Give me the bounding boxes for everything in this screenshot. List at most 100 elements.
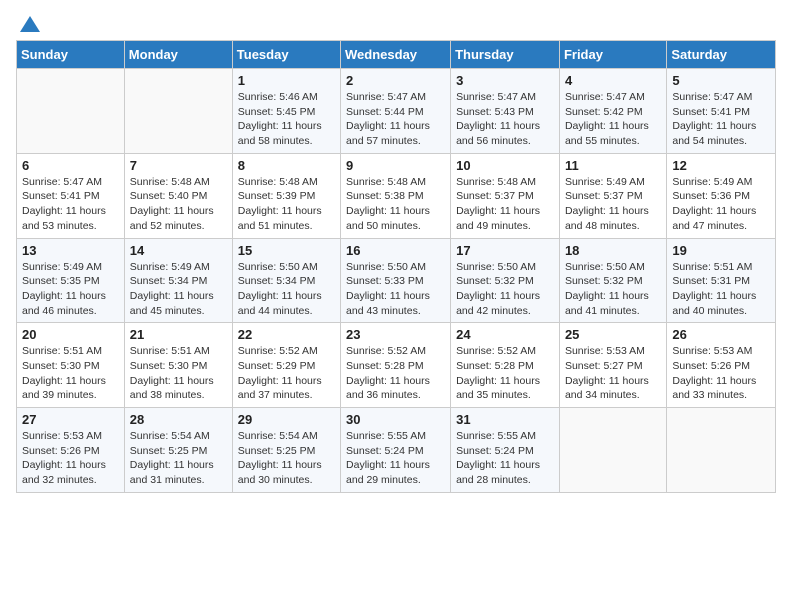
calendar-cell: 27Sunrise: 5:53 AMSunset: 5:26 PMDayligh…: [17, 408, 125, 493]
calendar-cell: 7 Sunrise: 5:48 AMSunset: 5:40 PMDaylight…: [124, 153, 232, 238]
calendar-cell: 18 Sunrise: 5:50 AMSunset: 5:32 PMDayligh…: [559, 238, 666, 323]
calendar-cell: 6Sunrise: 5:47 AMSunset: 5:41 PMDaylight…: [17, 153, 125, 238]
calendar-cell: 16 Sunrise: 5:50 AMSunset: 5:33 PMDayligh…: [341, 238, 451, 323]
day-number: 8: [238, 158, 335, 173]
weekday-header-friday: Friday: [559, 41, 666, 69]
weekday-header-row: SundayMondayTuesdayWednesdayThursdayFrid…: [17, 41, 776, 69]
day-number: 31: [456, 412, 554, 427]
day-info: Sunrise: 5:48 AMSunset: 5:38 PMDaylight:…: [346, 175, 445, 234]
day-info: Sunrise: 5:49 AMSunset: 5:36 PMDaylight:…: [672, 175, 770, 234]
weekday-header-sunday: Sunday: [17, 41, 125, 69]
calendar-header: SundayMondayTuesdayWednesdayThursdayFrid…: [17, 41, 776, 69]
day-number: 12: [672, 158, 770, 173]
calendar-cell: 10Sunrise: 5:48 AMSunset: 5:37 PMDayligh…: [451, 153, 560, 238]
calendar-cell: 9 Sunrise: 5:48 AMSunset: 5:38 PMDaylight…: [341, 153, 451, 238]
day-number: 7: [130, 158, 227, 173]
day-number: 14: [130, 243, 227, 258]
calendar-cell: 4Sunrise: 5:47 AMSunset: 5:42 PMDaylight…: [559, 69, 666, 154]
calendar-cell: [559, 408, 666, 493]
calendar-cell: 3 Sunrise: 5:47 AMSunset: 5:43 PMDaylight…: [451, 69, 560, 154]
calendar-table: SundayMondayTuesdayWednesdayThursdayFrid…: [16, 40, 776, 493]
day-info: Sunrise: 5:49 AMSunset: 5:35 PMDaylight:…: [22, 260, 119, 319]
day-info: Sunrise: 5:54 AMSunset: 5:25 PMDaylight:…: [238, 429, 335, 488]
day-number: 15: [238, 243, 335, 258]
calendar-cell: 29 Sunrise: 5:54 AMSunset: 5:25 PMDayligh…: [232, 408, 340, 493]
calendar-cell: 26Sunrise: 5:53 AMSunset: 5:26 PMDayligh…: [667, 323, 776, 408]
day-number: 28: [130, 412, 227, 427]
day-info: Sunrise: 5:53 AMSunset: 5:27 PMDaylight:…: [565, 344, 661, 403]
calendar-cell: 28 Sunrise: 5:54 AMSunset: 5:25 PMDayligh…: [124, 408, 232, 493]
day-number: 13: [22, 243, 119, 258]
day-number: 5: [672, 73, 770, 88]
day-number: 24: [456, 327, 554, 342]
weekday-header-tuesday: Tuesday: [232, 41, 340, 69]
calendar-cell: 17Sunrise: 5:50 AMSunset: 5:32 PMDayligh…: [451, 238, 560, 323]
day-number: 17: [456, 243, 554, 258]
day-number: 1: [238, 73, 335, 88]
day-number: 2: [346, 73, 445, 88]
day-number: 18: [565, 243, 661, 258]
day-info: Sunrise: 5:46 AMSunset: 5:45 PMDaylight:…: [238, 90, 335, 149]
day-info: Sunrise: 5:48 AMSunset: 5:39 PMDaylight:…: [238, 175, 335, 234]
day-number: 21: [130, 327, 227, 342]
day-info: Sunrise: 5:50 AMSunset: 5:32 PMDaylight:…: [565, 260, 661, 319]
calendar-cell: [17, 69, 125, 154]
day-number: 16: [346, 243, 445, 258]
calendar-cell: 11Sunrise: 5:49 AMSunset: 5:37 PMDayligh…: [559, 153, 666, 238]
day-info: Sunrise: 5:51 AMSunset: 5:30 PMDaylight:…: [22, 344, 119, 403]
day-info: Sunrise: 5:51 AMSunset: 5:31 PMDaylight:…: [672, 260, 770, 319]
day-number: 29: [238, 412, 335, 427]
calendar-week-row: 27Sunrise: 5:53 AMSunset: 5:26 PMDayligh…: [17, 408, 776, 493]
calendar-cell: [667, 408, 776, 493]
calendar-cell: 20 Sunrise: 5:51 AMSunset: 5:30 PMDayligh…: [17, 323, 125, 408]
day-info: Sunrise: 5:53 AMSunset: 5:26 PMDaylight:…: [672, 344, 770, 403]
logo: [16, 16, 40, 32]
calendar-cell: [124, 69, 232, 154]
weekday-header-monday: Monday: [124, 41, 232, 69]
calendar-cell: 12 Sunrise: 5:49 AMSunset: 5:36 PMDayligh…: [667, 153, 776, 238]
calendar-cell: 2 Sunrise: 5:47 AMSunset: 5:44 PMDaylight…: [341, 69, 451, 154]
calendar-cell: 30Sunrise: 5:55 AMSunset: 5:24 PMDayligh…: [341, 408, 451, 493]
day-number: 23: [346, 327, 445, 342]
day-info: Sunrise: 5:47 AMSunset: 5:44 PMDaylight:…: [346, 90, 445, 149]
calendar-cell: 25Sunrise: 5:53 AMSunset: 5:27 PMDayligh…: [559, 323, 666, 408]
day-info: Sunrise: 5:52 AMSunset: 5:28 PMDaylight:…: [456, 344, 554, 403]
day-info: Sunrise: 5:47 AMSunset: 5:42 PMDaylight:…: [565, 90, 661, 149]
calendar-cell: 5 Sunrise: 5:47 AMSunset: 5:41 PMDaylight…: [667, 69, 776, 154]
day-info: Sunrise: 5:53 AMSunset: 5:26 PMDaylight:…: [22, 429, 119, 488]
day-info: Sunrise: 5:55 AMSunset: 5:24 PMDaylight:…: [346, 429, 445, 488]
day-number: 6: [22, 158, 119, 173]
calendar-body: 1 Sunrise: 5:46 AMSunset: 5:45 PMDaylight…: [17, 69, 776, 493]
day-info: Sunrise: 5:48 AMSunset: 5:40 PMDaylight:…: [130, 175, 227, 234]
calendar-week-row: 6Sunrise: 5:47 AMSunset: 5:41 PMDaylight…: [17, 153, 776, 238]
calendar-cell: 1 Sunrise: 5:46 AMSunset: 5:45 PMDaylight…: [232, 69, 340, 154]
day-number: 11: [565, 158, 661, 173]
day-info: Sunrise: 5:54 AMSunset: 5:25 PMDaylight:…: [130, 429, 227, 488]
calendar-cell: 23 Sunrise: 5:52 AMSunset: 5:28 PMDayligh…: [341, 323, 451, 408]
weekday-header-wednesday: Wednesday: [341, 41, 451, 69]
day-info: Sunrise: 5:51 AMSunset: 5:30 PMDaylight:…: [130, 344, 227, 403]
calendar-cell: 13 Sunrise: 5:49 AMSunset: 5:35 PMDayligh…: [17, 238, 125, 323]
calendar-week-row: 13 Sunrise: 5:49 AMSunset: 5:35 PMDayligh…: [17, 238, 776, 323]
calendar-cell: 15 Sunrise: 5:50 AMSunset: 5:34 PMDayligh…: [232, 238, 340, 323]
calendar-cell: 24 Sunrise: 5:52 AMSunset: 5:28 PMDayligh…: [451, 323, 560, 408]
day-number: 3: [456, 73, 554, 88]
calendar-cell: 14Sunrise: 5:49 AMSunset: 5:34 PMDayligh…: [124, 238, 232, 323]
day-info: Sunrise: 5:47 AMSunset: 5:41 PMDaylight:…: [672, 90, 770, 149]
calendar-week-row: 20 Sunrise: 5:51 AMSunset: 5:30 PMDayligh…: [17, 323, 776, 408]
day-number: 20: [22, 327, 119, 342]
page-header: [16, 16, 776, 32]
calendar-cell: 21 Sunrise: 5:51 AMSunset: 5:30 PMDayligh…: [124, 323, 232, 408]
day-info: Sunrise: 5:50 AMSunset: 5:34 PMDaylight:…: [238, 260, 335, 319]
calendar-cell: 22Sunrise: 5:52 AMSunset: 5:29 PMDayligh…: [232, 323, 340, 408]
day-number: 9: [346, 158, 445, 173]
day-info: Sunrise: 5:48 AMSunset: 5:37 PMDaylight:…: [456, 175, 554, 234]
weekday-header-saturday: Saturday: [667, 41, 776, 69]
day-info: Sunrise: 5:47 AMSunset: 5:43 PMDaylight:…: [456, 90, 554, 149]
day-number: 19: [672, 243, 770, 258]
calendar-cell: 8 Sunrise: 5:48 AMSunset: 5:39 PMDaylight…: [232, 153, 340, 238]
day-info: Sunrise: 5:52 AMSunset: 5:29 PMDaylight:…: [238, 344, 335, 403]
day-info: Sunrise: 5:52 AMSunset: 5:28 PMDaylight:…: [346, 344, 445, 403]
calendar-cell: 31Sunrise: 5:55 AMSunset: 5:24 PMDayligh…: [451, 408, 560, 493]
day-info: Sunrise: 5:50 AMSunset: 5:33 PMDaylight:…: [346, 260, 445, 319]
